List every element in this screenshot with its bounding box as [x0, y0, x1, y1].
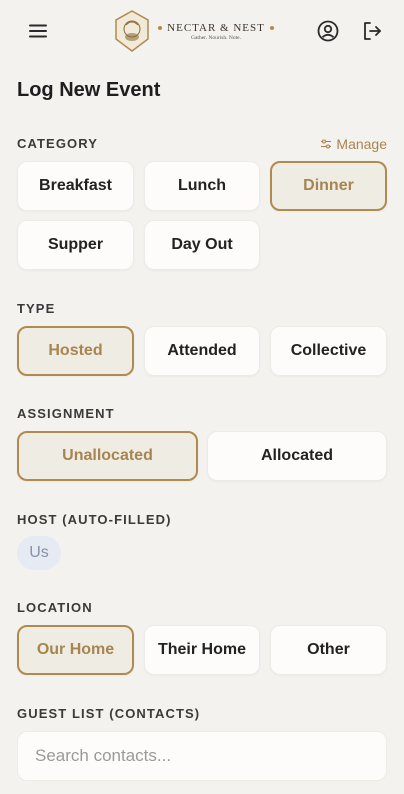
manage-categories-link[interactable]: Manage: [320, 136, 387, 152]
brand-logo: NECTAR & NEST Gather. Nourish. Note.: [112, 9, 274, 53]
guest-list-label: GUEST LIST (CONTACTS): [17, 706, 201, 721]
location-their-home[interactable]: Their Home: [144, 625, 260, 675]
location-label: LOCATION: [17, 600, 93, 615]
type-label: TYPE: [17, 301, 56, 316]
location-other[interactable]: Other: [270, 625, 387, 675]
type-hosted[interactable]: Hosted: [17, 326, 134, 376]
category-supper[interactable]: Supper: [17, 220, 134, 270]
category-dinner[interactable]: Dinner: [270, 161, 387, 211]
hamburger-icon: [29, 24, 47, 38]
assignment-label: ASSIGNMENT: [17, 406, 115, 421]
assignment-unallocated[interactable]: Unallocated: [17, 431, 198, 481]
user-circle-icon: [317, 20, 339, 42]
category-day-out[interactable]: Day Out: [144, 220, 260, 270]
brand-tagline: Gather. Nourish. Note.: [191, 34, 241, 41]
host-label: HOST (AUTO-FILLED): [17, 512, 172, 527]
contacts-search-input[interactable]: [17, 731, 387, 781]
menu-button[interactable]: [22, 15, 54, 47]
sliders-icon: [321, 139, 332, 149]
logout-button[interactable]: [356, 15, 388, 47]
type-collective[interactable]: Collective: [270, 326, 387, 376]
manage-label: Manage: [336, 136, 387, 152]
brand-dot-left: [158, 25, 163, 30]
brand-dot-right: [269, 25, 274, 30]
app-header: NECTAR & NEST Gather. Nourish. Note.: [0, 0, 404, 62]
brand-name: NECTAR & NEST: [167, 21, 265, 34]
crest-icon: [115, 10, 149, 52]
location-our-home[interactable]: Our Home: [17, 625, 134, 675]
category-lunch[interactable]: Lunch: [144, 161, 260, 211]
page-title: Log New Event: [17, 79, 161, 101]
host-value-pill: Us: [17, 536, 61, 570]
logout-icon: [364, 22, 381, 40]
category-label: CATEGORY: [17, 136, 99, 151]
profile-button[interactable]: [312, 15, 344, 47]
type-attended[interactable]: Attended: [144, 326, 260, 376]
assignment-allocated[interactable]: Allocated: [207, 431, 387, 481]
category-breakfast[interactable]: Breakfast: [17, 161, 134, 211]
